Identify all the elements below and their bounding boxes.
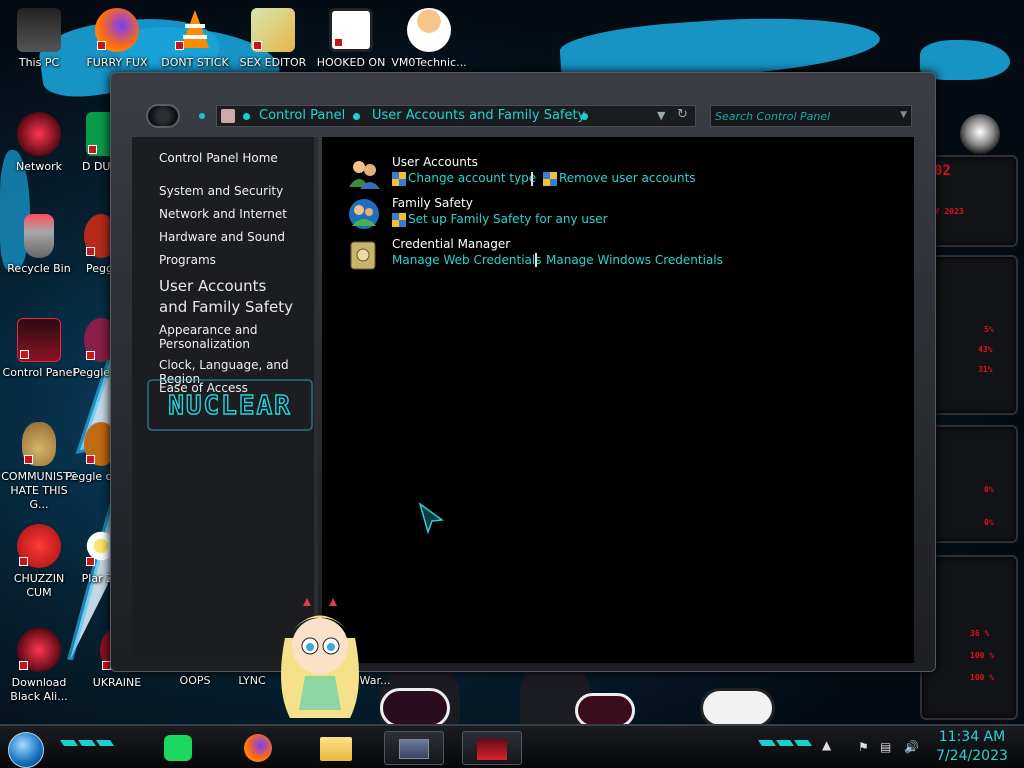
nav-link-programs[interactable]: Programs <box>159 253 216 267</box>
taskbar-spotify[interactable] <box>148 731 208 765</box>
nav-indicator-dot <box>199 113 205 119</box>
address-bar[interactable]: Control Panel User Accounts and Family S… <box>216 105 696 127</box>
firefox-icon <box>244 734 272 762</box>
chevron-down-icon[interactable]: ▼ <box>657 109 665 122</box>
uac-shield-icon <box>543 172 557 186</box>
link-separator <box>531 172 533 186</box>
nav-link-control-panel-home[interactable]: Control Panel Home <box>159 151 278 165</box>
users-icon <box>349 161 380 189</box>
refresh-icon[interactable]: ↻ <box>677 107 688 122</box>
chuzzle-icon <box>17 524 61 568</box>
taskbar-game[interactable] <box>462 731 522 765</box>
category-title[interactable]: Credential Manager <box>392 237 510 251</box>
task-manage-web-credentials[interactable]: Manage Web Credentials <box>392 253 541 267</box>
desktop-icon-hooked-on[interactable]: HOOKED ON <box>312 8 390 70</box>
navigation-pane: Control Panel Home System and Security N… <box>132 137 318 661</box>
money-bag-icon <box>22 422 56 466</box>
taskbar-file-explorer[interactable] <box>306 731 366 765</box>
alien-head-logo <box>960 114 1000 154</box>
task-remove-user-accounts[interactable]: Remove user accounts <box>559 171 696 185</box>
desktop-icon-download-black-alien[interactable]: Download Black Ali... <box>0 628 78 704</box>
doctor-avatar-icon <box>407 8 451 52</box>
file-explorer-icon <box>320 737 352 761</box>
network-icon[interactable]: ▤ <box>880 740 891 754</box>
taskbar-deco <box>758 740 812 746</box>
recycle-bin-icon <box>24 214 54 258</box>
desktop-icon-sex-editor[interactable]: SEX EDITOR <box>234 8 312 70</box>
firefox-icon <box>95 8 139 52</box>
task-set-up-family-safety[interactable]: Set up Family Safety for any user <box>408 212 608 226</box>
svg-text:NUCLEAR: NUCLEAR <box>168 391 292 421</box>
control-panel-icon <box>399 739 429 759</box>
cartoon-character-mascot <box>281 598 359 718</box>
nav-link-hardware-sound[interactable]: Hardware and Sound <box>159 230 285 244</box>
nav-link-user-accounts-current[interactable]: User Accounts and Family Safety <box>159 276 299 318</box>
game-icon <box>477 738 507 760</box>
desktop-icon-vm0technic[interactable]: VM0Technic... <box>390 8 468 70</box>
search-input[interactable] <box>715 108 895 124</box>
control-panel-icon <box>17 318 61 362</box>
maze-game-icon <box>329 8 373 52</box>
breadcrumb-control-panel[interactable]: Control Panel <box>259 108 345 123</box>
breadcrumb-separator <box>243 113 250 120</box>
nav-link-network-internet[interactable]: Network and Internet <box>159 207 287 221</box>
back-forward-button[interactable] <box>146 104 180 128</box>
desktop-icon-this-pc[interactable]: This PC <box>0 8 78 70</box>
uac-shield-icon <box>392 213 406 227</box>
taskbar-control-panel[interactable] <box>384 731 444 765</box>
clock-date[interactable]: 7/24/2023 <box>930 748 1014 764</box>
taskbar-firefox[interactable] <box>228 731 288 765</box>
uac-shield-icon <box>392 172 406 186</box>
main-content-pane: User Accounts Change account type Remove… <box>322 137 914 663</box>
mouse-cursor <box>418 502 444 534</box>
nav-link-system-security[interactable]: System and Security <box>159 184 283 198</box>
category-title[interactable]: User Accounts <box>392 155 478 169</box>
spotify-icon <box>164 735 192 761</box>
taskbar: ▲ ⚑ ▤ 🔊 11:34 AM 7/24/2023 <box>0 724 1024 768</box>
clock-time[interactable]: 11:34 AM <box>930 729 1014 745</box>
alien-network-icon <box>17 112 61 156</box>
nuclear-logo: NUCLEAR <box>147 379 313 431</box>
breadcrumb-user-accounts[interactable]: User Accounts and Family Safety <box>372 108 585 123</box>
nav-link-appearance[interactable]: Appearance and Personalization <box>159 323 279 351</box>
alien-orb-icon <box>17 628 61 672</box>
volume-icon[interactable]: 🔊 <box>904 740 919 754</box>
task-change-account-type[interactable]: Change account type <box>408 171 536 185</box>
desktop-icon-dont-stick[interactable]: DONT STICK <box>156 8 234 70</box>
vlc-cone-icon <box>173 8 217 52</box>
action-center-flag-icon[interactable]: ⚑ <box>858 740 869 754</box>
show-hidden-icons-icon[interactable]: ▲ <box>822 738 831 752</box>
window-navigation-bar: Control Panel User Accounts and Family S… <box>120 98 920 134</box>
breadcrumb-separator <box>353 113 360 120</box>
control-panel-small-icon <box>221 109 235 123</box>
taskbar-deco <box>60 740 114 746</box>
breadcrumb-separator <box>581 113 588 120</box>
category-title[interactable]: Family Safety <box>392 196 473 210</box>
hxd-editor-icon <box>251 8 295 52</box>
computer-icon <box>17 8 61 52</box>
search-box[interactable]: ▼ <box>710 105 912 127</box>
vault-icon <box>350 241 376 270</box>
task-manage-windows-credentials[interactable]: Manage Windows Credentials <box>546 253 723 267</box>
desktop-icon-furry-fux[interactable]: FURRY FUX <box>78 8 156 70</box>
family-safety-icon <box>349 199 379 229</box>
search-icon[interactable]: ▼ <box>900 110 907 120</box>
link-separator <box>535 253 537 267</box>
start-button[interactable] <box>8 732 44 768</box>
